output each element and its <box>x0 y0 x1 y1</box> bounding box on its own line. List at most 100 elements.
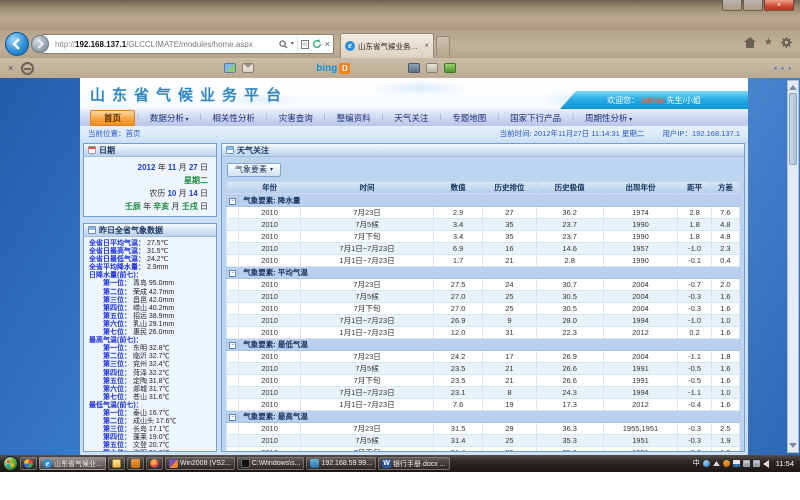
display-icon[interactable] <box>743 460 750 467</box>
row-select-cell[interactable] <box>227 230 239 242</box>
table-row[interactable]: 20107月5候27.02530.52004-0.31.6 <box>227 290 740 302</box>
update-icon[interactable] <box>753 460 760 467</box>
collapse-icon[interactable]: - <box>229 342 236 349</box>
new-tab-button[interactable] <box>436 36 450 56</box>
volume-icon[interactable] <box>763 460 769 468</box>
table-row[interactable]: 20107月5候23.52126.61991-0.51.6 <box>227 362 740 374</box>
taskbar-window-cmd[interactable]: C:\Windows\s... <box>237 457 305 470</box>
gear-icon[interactable] <box>781 37 792 48</box>
collapse-icon[interactable]: - <box>229 414 236 421</box>
tray-clock[interactable]: 11:54 <box>776 459 794 468</box>
nav-item-6[interactable]: 天气关注 <box>385 111 437 125</box>
taskbar-pinned-app2[interactable] <box>127 457 144 470</box>
column-header-1[interactable]: 年份 <box>239 181 301 194</box>
nav-item-5[interactable]: 整编资料 <box>328 111 380 125</box>
browser-tab[interactable]: e 山东省气候业务平... × <box>340 33 434 58</box>
table-row[interactable]: 20107月下旬3.43523.719901.84.8 <box>227 230 740 242</box>
element-dropdown-button[interactable]: 气象要素 ▾ <box>227 163 281 177</box>
nav-item-1[interactable]: 首页 <box>90 110 135 126</box>
row-select-cell[interactable] <box>227 206 239 218</box>
table-row[interactable]: 20101月1日~7月23日7.61917.32012-0.41.6 <box>227 398 740 410</box>
row-select-cell[interactable] <box>227 242 239 254</box>
action-center-flag-icon[interactable] <box>733 460 740 467</box>
tab-close-icon[interactable]: × <box>424 42 429 50</box>
photos-icon[interactable] <box>224 63 236 73</box>
toolbar-more-icon[interactable]: • • • <box>774 64 792 73</box>
compatibility-page-icon[interactable] <box>301 40 309 49</box>
table-row[interactable]: 20107月23日27.52430.72004-0.72.0 <box>227 278 740 290</box>
nav-item-8[interactable]: 国家下行产品 <box>501 111 570 125</box>
row-select-cell[interactable] <box>227 386 239 398</box>
window-maximize-button[interactable] <box>743 0 763 11</box>
column-header-5[interactable]: 历史极值 <box>536 181 603 194</box>
show-hidden-icons[interactable] <box>713 461 720 466</box>
column-header-2[interactable]: 时间 <box>300 181 433 194</box>
forward-button[interactable] <box>31 35 49 53</box>
nav-item-3[interactable]: 相关性分析 <box>203 111 264 125</box>
start-button[interactable] <box>3 456 18 471</box>
row-select-cell[interactable] <box>227 278 239 290</box>
home-icon[interactable] <box>744 37 756 48</box>
row-select-cell[interactable] <box>227 254 239 266</box>
network-globe-icon[interactable] <box>703 460 710 467</box>
taskbar-window-rdp[interactable]: 192.168.59.99... <box>306 457 376 470</box>
scrollbar-thumb[interactable] <box>789 93 797 165</box>
group-expand-cell[interactable]: - <box>227 338 239 350</box>
row-select-cell[interactable] <box>227 218 239 230</box>
group-expand-cell[interactable]: - <box>227 194 239 206</box>
row-select-cell[interactable] <box>227 422 239 434</box>
toolbar-logo-icon[interactable] <box>21 62 34 75</box>
table-row[interactable]: 20107月23日24.21726.92004-1.11.8 <box>227 350 740 362</box>
table-row[interactable]: 20107月23日31.52936.31955,1951-0.32.5 <box>227 422 740 434</box>
toolbar-close-icon[interactable]: × <box>8 64 13 73</box>
table-row[interactable]: 20107月1日~7月23日6.91614.61957-1.02.3 <box>227 242 740 254</box>
nav-item-2[interactable]: 数据分析 ▾ <box>141 111 198 125</box>
table-row[interactable]: 20107月23日2.92736.219742.87.6 <box>227 206 740 218</box>
table-row[interactable]: 20107月下旬27.02530.52004-0.31.6 <box>227 302 740 314</box>
group-expand-cell[interactable]: - <box>227 266 239 278</box>
row-select-cell[interactable] <box>227 446 239 451</box>
app-tray-icon[interactable] <box>723 460 730 467</box>
mail-icon[interactable] <box>242 63 254 73</box>
nav-item-7[interactable]: 专题地图 <box>443 111 495 125</box>
row-select-cell[interactable] <box>227 374 239 386</box>
table-row[interactable]: 20107月1日~7月23日23.1824.31994-1.11.0 <box>227 386 740 398</box>
column-header-8[interactable]: 方差 <box>711 181 739 194</box>
nav-item-4[interactable]: 灾害查询 <box>270 111 322 125</box>
address-bar[interactable]: http://192.168.137.1/GLCCLIMATE/modules/… <box>42 34 334 54</box>
taskbar-window-word[interactable]: W银行手册.docx ... <box>378 457 450 470</box>
stop-icon[interactable]: × <box>325 40 330 49</box>
row-select-cell[interactable] <box>227 398 239 410</box>
column-header-4[interactable]: 历史排位 <box>482 181 536 194</box>
search-icon[interactable] <box>279 40 288 49</box>
taskbar-window-ie[interactable]: e山东省气候业... <box>39 457 106 470</box>
taskbar-pinned-app[interactable] <box>20 457 37 470</box>
row-select-cell[interactable] <box>227 362 239 374</box>
bing-logo[interactable]: bing D <box>316 63 350 74</box>
table-row[interactable]: 20101月1日~7月23日1.7212.81990-0.10.4 <box>227 254 740 266</box>
row-select-cell[interactable] <box>227 326 239 338</box>
row-select-cell[interactable] <box>227 350 239 362</box>
scroll-up-arrow[interactable] <box>789 85 797 90</box>
row-select-cell[interactable] <box>227 434 239 446</box>
share-icon[interactable] <box>444 63 456 73</box>
taskbar-pinned-explorer[interactable] <box>108 457 125 470</box>
table-row[interactable]: 20107月5候31.42535.31951-0.31.9 <box>227 434 740 446</box>
column-header-7[interactable]: 距平 <box>678 181 711 194</box>
app-toolbar-icon[interactable] <box>426 63 438 73</box>
collapse-icon[interactable]: - <box>229 270 236 277</box>
collapse-icon[interactable]: - <box>229 198 236 205</box>
back-button[interactable] <box>5 32 29 56</box>
window-minimize-button[interactable] <box>722 0 742 11</box>
table-row[interactable]: 20107月下旬23.52126.61991-0.51.6 <box>227 374 740 386</box>
refresh-icon[interactable] <box>312 39 322 49</box>
vertical-scrollbar[interactable] <box>787 80 799 453</box>
row-select-cell[interactable] <box>227 302 239 314</box>
column-header-6[interactable]: 出现年份 <box>603 181 678 194</box>
row-select-cell[interactable] <box>227 290 239 302</box>
scroll-down-arrow[interactable] <box>789 443 797 448</box>
row-select-cell[interactable] <box>227 314 239 326</box>
table-row[interactable]: 20101月1日~7月23日12.03122.320120.21.6 <box>227 326 740 338</box>
table-row[interactable]: 20107月1日~7月23日26.9928.01994-1.01.0 <box>227 314 740 326</box>
table-row[interactable]: 20107月下旬31.42535.31951-0.31.9 <box>227 446 740 451</box>
